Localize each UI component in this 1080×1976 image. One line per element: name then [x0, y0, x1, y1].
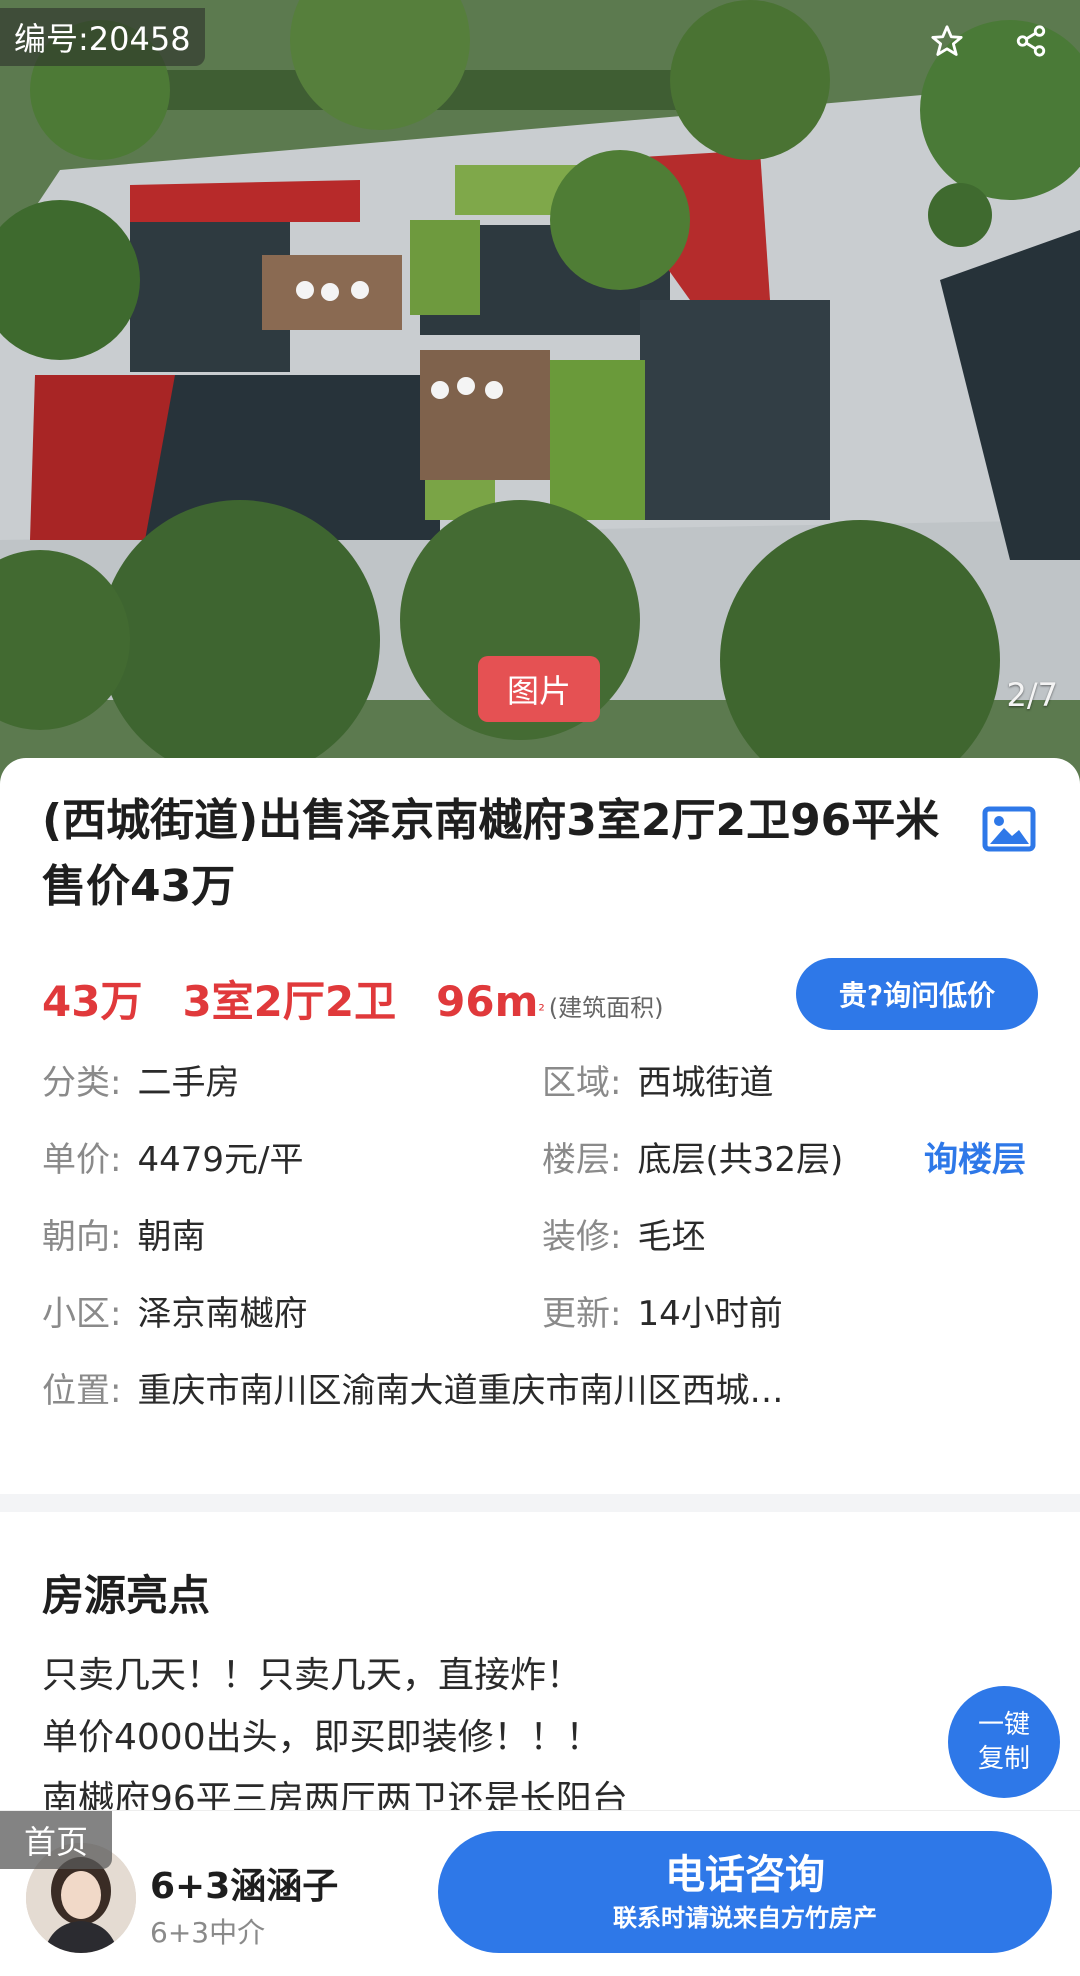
ask-low-price-button[interactable]: 贵?询问低价	[796, 958, 1038, 1030]
copy-button-line1: 一键	[977, 1710, 1030, 1740]
area-unit-sup: ²	[538, 1001, 545, 1020]
highlights-title: 房源亮点	[42, 1571, 211, 1620]
copy-button[interactable]: 一键 复制	[948, 1686, 1060, 1798]
detail-value: 14小时前	[637, 1294, 783, 1334]
highlight-line: 单价4000出头，即买即装修！！！	[42, 1717, 602, 1758]
detail-label: 更新:	[542, 1294, 622, 1334]
detail-value: 重庆市南川区渝南大道重庆市南川区西城…	[137, 1371, 784, 1411]
detail-label: 楼层:	[542, 1140, 622, 1180]
ask-floor-link[interactable]: 询楼层	[924, 1135, 1026, 1185]
detail-updated: 更新: 14小时前	[542, 1289, 783, 1339]
detail-category: 分类: 二手房	[42, 1058, 239, 1108]
home-link[interactable]: 首页	[0, 1811, 112, 1869]
detail-value: 朝南	[137, 1217, 206, 1257]
detail-unit-price: 单价: 4479元/平	[42, 1135, 303, 1185]
photo-tab[interactable]: 图片	[478, 656, 600, 722]
listing-card: (西城街道)出售泽京南樾府3室2厅2卫96平米 售价43万 43万 3室2厅2卫…	[0, 758, 1080, 1458]
detail-label: 位置:	[42, 1371, 122, 1411]
bottom-bar: 首页 6+3涵涵子 6+3中介 电话咨询 联系时请说来自方竹房产	[0, 1810, 1080, 1976]
listing-id-badge: 编号:20458	[0, 8, 205, 66]
area-value: 96m	[436, 977, 539, 1026]
detail-floor: 楼层: 底层(共32层)	[542, 1135, 843, 1185]
album-icon[interactable]	[982, 806, 1036, 852]
highlights-text: 只卖几天！！只卖几天，直接炸！ 单价4000出头，即买即装修！！！ 南樾府96平…	[42, 1645, 942, 1810]
detail-decoration: 装修: 毛坯	[542, 1212, 705, 1262]
price-value: 43万	[42, 977, 143, 1026]
detail-value: 二手房	[137, 1063, 240, 1103]
detail-label: 分类:	[42, 1063, 122, 1103]
detail-value: 西城街道	[637, 1063, 774, 1103]
layout-value: 3室2厅2卫	[182, 977, 397, 1026]
detail-orientation: 朝向: 朝南	[42, 1212, 205, 1262]
area-note: (建筑面积)	[548, 994, 664, 1022]
copy-button-line2: 复制	[977, 1744, 1030, 1774]
hero-photo[interactable]: 编号:20458 图片 2/7	[0, 0, 1080, 790]
detail-label: 区域:	[542, 1063, 622, 1103]
listing-title: (西城街道)出售泽京南樾府3室2厅2卫96平米 售价43万	[42, 795, 940, 912]
price-row: 43万 3室2厅2卫 96m ² (建筑面积)	[42, 968, 664, 1028]
call-button-title: 电话咨询	[665, 1852, 825, 1898]
detail-label: 小区:	[42, 1294, 122, 1334]
detail-value: 毛坯	[637, 1217, 706, 1257]
share-icon[interactable]	[1008, 18, 1054, 64]
highlight-line: 南樾府96平三房两厅两卫还是长阳台	[42, 1779, 628, 1810]
call-button-subtitle: 联系时请说来自方竹房产	[613, 1904, 877, 1932]
detail-value: 泽京南樾府	[137, 1294, 308, 1334]
agent-name: 6+3涵涵子	[150, 1866, 339, 1907]
highlight-line: 只卖几天！！只卖几天，直接炸！	[42, 1655, 583, 1696]
detail-community: 小区: 泽京南樾府	[42, 1289, 307, 1339]
detail-label: 朝向:	[42, 1217, 122, 1257]
photo-counter: 2/7	[1006, 676, 1059, 714]
detail-label: 单价:	[42, 1140, 122, 1180]
detail-value: 底层(共32层)	[637, 1140, 844, 1180]
detail-district: 区域: 西城街道	[542, 1058, 773, 1108]
detail-value: 4479元/平	[137, 1140, 304, 1180]
star-icon[interactable]	[924, 18, 970, 64]
detail-location[interactable]: 位置: 重庆市南川区渝南大道重庆市南川区西城…	[42, 1366, 783, 1416]
section-divider	[0, 1494, 1080, 1512]
agent-company: 6+3中介	[150, 1916, 266, 1949]
detail-label: 装修:	[542, 1217, 622, 1257]
call-button[interactable]: 电话咨询 联系时请说来自方竹房产	[438, 1831, 1052, 1953]
